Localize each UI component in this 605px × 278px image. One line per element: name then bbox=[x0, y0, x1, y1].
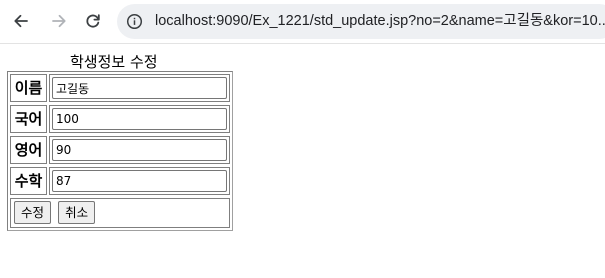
cancel-button[interactable]: 취소 bbox=[58, 201, 96, 224]
form-button-row: 수정 취소 bbox=[10, 198, 230, 228]
back-button[interactable] bbox=[6, 6, 36, 36]
english-cell bbox=[49, 136, 230, 164]
forward-arrow-icon bbox=[52, 14, 66, 28]
korean-label: 국어 bbox=[10, 105, 47, 133]
reload-button[interactable] bbox=[78, 6, 108, 36]
address-bar[interactable]: localhost:9090/Ex_1221/std_update.jsp?no… bbox=[117, 4, 605, 39]
name-input[interactable] bbox=[52, 77, 227, 99]
forward-button[interactable] bbox=[44, 6, 74, 36]
name-cell bbox=[49, 74, 230, 102]
url-text[interactable]: localhost:9090/Ex_1221/std_update.jsp?no… bbox=[155, 12, 605, 30]
korean-cell bbox=[49, 105, 230, 133]
math-label: 수학 bbox=[10, 167, 47, 195]
browser-toolbar: localhost:9090/Ex_1221/std_update.jsp?no… bbox=[0, 0, 605, 44]
english-label: 영어 bbox=[10, 136, 47, 164]
korean-score-input[interactable] bbox=[52, 108, 227, 130]
english-score-input[interactable] bbox=[52, 139, 227, 161]
page-title: 학생정보 수정 bbox=[70, 53, 158, 71]
info-icon bbox=[126, 13, 143, 30]
name-label: 이름 bbox=[10, 74, 47, 102]
submit-button[interactable]: 수정 bbox=[14, 201, 52, 224]
reload-icon bbox=[86, 14, 100, 28]
student-update-form: 이름 국어 영어 수학 수정 취소 bbox=[7, 71, 233, 231]
math-score-input[interactable] bbox=[52, 170, 227, 192]
back-arrow-icon bbox=[14, 14, 28, 28]
site-info-button[interactable] bbox=[121, 8, 148, 35]
math-cell bbox=[49, 167, 230, 195]
